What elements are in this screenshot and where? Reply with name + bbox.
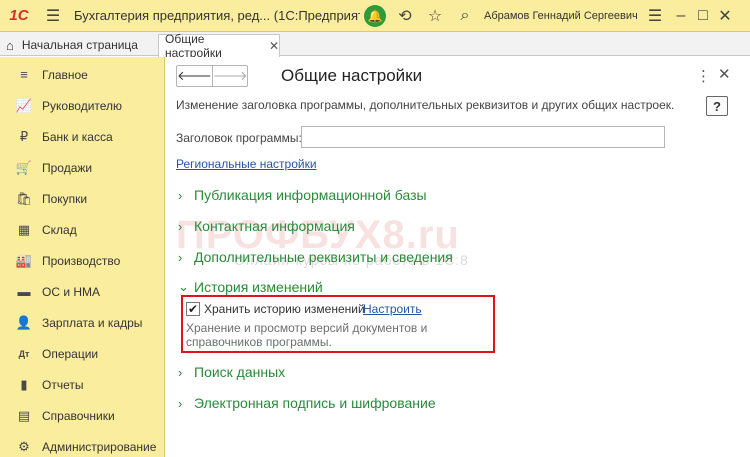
sidebar-item-label: Операции [42, 346, 99, 361]
sidebar-item-label: Зарплата и кадры [42, 315, 143, 330]
section-publication[interactable]: › Публикация информационной базы [178, 187, 427, 203]
chevron-right-icon: › [178, 218, 183, 234]
sidebar-item-label: Справочники [42, 408, 115, 423]
notifications-button[interactable]: 🔔 [360, 0, 390, 32]
close-window-icon[interactable]: ✕ [714, 0, 736, 32]
main-menu-icon[interactable]: ☰ [38, 0, 68, 32]
sidebar-item-label: Главное [42, 67, 88, 82]
form-description: Изменение заголовка программы, дополните… [176, 98, 675, 112]
checkmark-icon: ✔ [187, 302, 199, 316]
back-arrow-icon[interactable]: 🡐 [177, 66, 213, 86]
section-additional-details[interactable]: › Дополнительные реквизиты и сведения [178, 249, 453, 265]
sidebar-item-label: Администрирование [42, 439, 157, 454]
app-title: Бухгалтерия предприятия, ред... (1С:Пред… [74, 8, 360, 23]
sidebar-item-main[interactable]: ≡ Главное [0, 59, 164, 90]
sidebar-item-administration[interactable]: ⚙ Администрирование [0, 431, 164, 457]
program-title-label: Заголовок программы: [176, 131, 302, 145]
chevron-right-icon: › [178, 249, 183, 265]
nav-buttons: 🡐 🡒 [176, 65, 248, 87]
sidebar-item-label: Покупки [42, 191, 88, 206]
section-digital-signature[interactable]: › Электронная подпись и шифрование [178, 395, 436, 411]
section-label: История изменений [194, 279, 323, 295]
bell-icon: 🔔 [364, 4, 386, 27]
sidebar-item-manager[interactable]: 📈 Руководителю [0, 90, 164, 121]
user-name[interactable]: Абрамов Геннадий Сергеевич [480, 10, 640, 22]
form-title: Общие настройки [281, 66, 423, 85]
chart-icon: 📈 [15, 97, 33, 113]
sidebar-item-operations[interactable]: Дт Операции [0, 338, 164, 369]
sidebar-item-directories[interactable]: ▤ Справочники [0, 400, 164, 431]
home-icon: ⌂ [6, 37, 14, 53]
regional-settings-link[interactable]: Региональные настройки [176, 157, 317, 171]
keep-history-checkbox[interactable]: ✔ [186, 302, 200, 316]
gear-icon: ⚙ [18, 438, 30, 454]
section-data-search[interactable]: › Поиск данных [178, 364, 285, 380]
close-tab-icon[interactable]: ✕ [269, 39, 279, 53]
sidebar-item-warehouse[interactable]: ▦ Склад [0, 214, 164, 245]
menu-lines-icon: ≡ [20, 67, 28, 82]
tab-home[interactable]: ⌂ Начальная страница [6, 34, 138, 56]
search-icon[interactable]: ⌕ [450, 0, 480, 32]
sidebar-item-fixed-assets[interactable]: ▬ ОС и НМА [0, 276, 164, 307]
book-icon: ▤ [17, 407, 31, 423]
forward-arrow-icon[interactable]: 🡒 [213, 66, 248, 86]
sidebar-item-salary[interactable]: 👤 Зарплата и кадры [0, 307, 164, 338]
sidebar-item-bank[interactable]: ₽ Банк и касса [0, 121, 164, 152]
shopping-bag-icon: 🛍 [15, 190, 33, 206]
favorites-icon[interactable]: ☆ [420, 0, 450, 32]
app-logo-icon[interactable]: 1С [0, 0, 38, 32]
truck-icon: ▬ [17, 284, 31, 299]
sidebar-item-label: Руководителю [42, 98, 123, 113]
bar-chart-icon: ▮ [20, 376, 28, 392]
ruble-icon: ₽ [19, 128, 29, 144]
debit-credit-icon: Дт [18, 348, 30, 359]
tab-general-settings[interactable]: Общие настройки ✕ [158, 32, 280, 60]
program-title-input[interactable] [301, 126, 665, 148]
sidebar-item-sales[interactable]: 🛒 Продажи [0, 152, 164, 183]
title-bar: 1С ☰ Бухгалтерия предприятия, ред... (1С… [0, 0, 750, 32]
sidebar-item-label: Банк и касса [42, 129, 113, 144]
section-label: Дополнительные реквизиты и сведения [194, 249, 453, 265]
close-form-icon[interactable]: ✕ [718, 65, 731, 83]
section-label: Контактная информация [194, 218, 355, 234]
history-note: Хранение и просмотр версий документов и … [186, 321, 428, 349]
sidebar-item-label: Продажи [42, 160, 93, 175]
section-label: Публикация информационной базы [194, 187, 427, 203]
more-actions-icon[interactable]: ⋮ [696, 67, 711, 85]
form-area: 🡐 🡒 Общие настройки ⋮ ✕ Изменение заголо… [166, 57, 750, 457]
sidebar: ≡ Главное 📈 Руководителю ₽ Банк и касса 🛒 Пр… [0, 57, 165, 457]
tab-home-label: Начальная страница [21, 38, 138, 52]
sidebar-item-production[interactable]: 🏭 Производство [0, 245, 164, 276]
chevron-right-icon: › [178, 364, 183, 380]
section-label: Электронная подпись и шифрование [194, 395, 436, 411]
chevron-right-icon: › [178, 395, 183, 411]
cart-icon: 🛒 [15, 159, 33, 175]
help-button[interactable]: ? [706, 96, 728, 116]
factory-icon: 🏭 [15, 252, 33, 268]
configure-history-link[interactable]: Настроить [363, 302, 422, 316]
chevron-right-icon: › [178, 187, 183, 203]
sidebar-item-label: Склад [42, 222, 77, 237]
chevron-down-icon: ⌄ [178, 279, 189, 294]
history-icon[interactable]: ⟲ [390, 0, 420, 32]
tab-general-settings-label: Общие настройки [165, 32, 222, 60]
sidebar-item-label: Производство [42, 253, 121, 268]
section-label: Поиск данных [194, 364, 286, 380]
sidebar-item-label: ОС и НМА [42, 284, 101, 299]
sidebar-item-reports[interactable]: ▮ Отчеты [0, 369, 164, 400]
warehouse-icon: ▦ [17, 221, 31, 237]
section-history[interactable]: ⌄ История изменений [178, 279, 323, 295]
maximize-icon[interactable]: □ [692, 0, 714, 32]
sidebar-item-label: Отчеты [42, 377, 84, 392]
settings-menu-icon[interactable]: ☰ [640, 0, 670, 32]
keep-history-label[interactable]: Хранить историю изменений [204, 302, 365, 316]
tabs-bar: ⌂ Начальная страница Общие настройки ✕ [0, 32, 750, 60]
sidebar-item-purchases[interactable]: 🛍 Покупки [0, 183, 164, 214]
section-contact-info[interactable]: › Контактная информация [178, 218, 355, 234]
minimize-icon[interactable]: – [670, 0, 692, 32]
person-icon: 👤 [15, 314, 33, 330]
